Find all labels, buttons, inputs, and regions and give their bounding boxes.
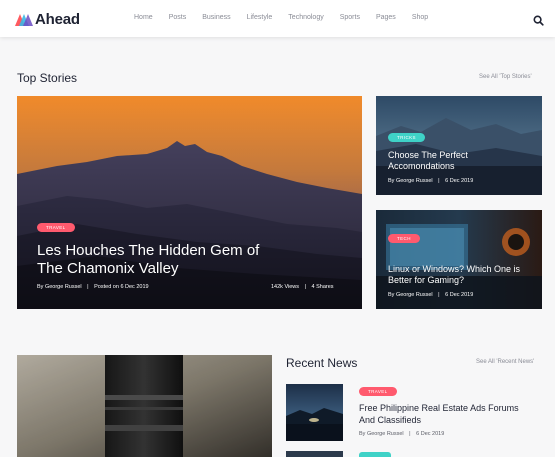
nav-item-shop[interactable]: Shop bbox=[412, 14, 428, 21]
nav-item-home[interactable]: Home bbox=[134, 14, 153, 21]
author-name[interactable]: By George Russel bbox=[37, 284, 82, 290]
stats-separator: | bbox=[304, 284, 306, 290]
featured-story-stats: 142k Views | 4 Shares bbox=[271, 284, 334, 290]
post-date: Posted on 6 Dec 2019 bbox=[94, 284, 149, 290]
author-name[interactable]: By George Russel bbox=[388, 292, 433, 298]
news-title-line-1: Free Philippine Real Estate Ads Forums bbox=[359, 403, 519, 413]
meta-separator: | bbox=[438, 178, 440, 184]
side-story-card-2[interactable]: TECH Linux or Windows? Which One is Bett… bbox=[376, 210, 542, 309]
nav-item-pages[interactable]: Pages bbox=[376, 14, 396, 21]
recent-news-heading: Recent News bbox=[286, 356, 358, 370]
camera-lens-image bbox=[17, 355, 272, 457]
post-date: 6 Dec 2019 bbox=[445, 178, 474, 184]
post-date: 6 Dec 2019 bbox=[445, 292, 474, 298]
nav-item-posts[interactable]: Posts bbox=[169, 14, 187, 21]
night-lake-image bbox=[286, 384, 343, 441]
side-story-card-1[interactable]: TRICKS Choose The Perfect Accomondations… bbox=[376, 96, 542, 195]
news-item-title[interactable]: Free Philippine Real Estate Ads Forums A… bbox=[359, 403, 549, 426]
side-story-title-2[interactable]: Linux or Windows? Which One is Better fo… bbox=[388, 264, 542, 286]
category-badge[interactable]: TECH bbox=[388, 234, 420, 243]
featured-story-card[interactable]: TRAVEL Les Houches The Hidden Gem of The… bbox=[17, 96, 362, 309]
site-header: Ahead Home Posts Business Lifestyle Tech… bbox=[0, 0, 555, 37]
shares-count: 4 Shares bbox=[311, 284, 334, 290]
site-logo[interactable]: Ahead bbox=[15, 11, 80, 28]
meta-separator: | bbox=[438, 292, 440, 298]
views-count: 142k Views bbox=[271, 284, 300, 290]
side1-title-line-1: Choose The Perfect bbox=[388, 150, 468, 160]
post-date: 6 Dec 2019 bbox=[416, 431, 445, 437]
meta-separator: | bbox=[409, 431, 411, 437]
featured-story-title[interactable]: Les Houches The Hidden Gem of The Chamon… bbox=[37, 242, 337, 279]
author-name[interactable]: By George Russel bbox=[359, 431, 404, 437]
side2-title-line-1: Linux or Windows? Which One is bbox=[388, 264, 521, 274]
ahead-logo-icon bbox=[15, 13, 33, 26]
nav-item-sports[interactable]: Sports bbox=[340, 14, 360, 21]
news-title-line-2: And Classifieds bbox=[359, 414, 422, 425]
news-item-meta: By George Russel | 6 Dec 2019 bbox=[359, 431, 444, 437]
featured-title-line-1: Les Houches The Hidden Gem of bbox=[37, 242, 260, 259]
author-name[interactable]: By George Russel bbox=[388, 178, 433, 184]
category-badge[interactable]: TRICKS bbox=[388, 133, 425, 142]
nav-item-business[interactable]: Business bbox=[202, 14, 230, 21]
search-icon bbox=[533, 15, 544, 26]
featured-title-line-2: The Chamonix Valley bbox=[37, 260, 179, 278]
top-stories-heading: Top Stories bbox=[17, 71, 78, 85]
logo-text: Ahead bbox=[35, 11, 80, 28]
featured-story-meta: By George Russel | Posted on 6 Dec 2019 bbox=[37, 284, 149, 290]
news-item-thumbnail[interactable] bbox=[286, 384, 343, 441]
side-story-meta-1: By George Russel | 6 Dec 2019 bbox=[388, 178, 473, 184]
see-all-recent-news-link[interactable]: See All 'Recent News' bbox=[476, 359, 534, 365]
side-story-title-1[interactable]: Choose The Perfect Accomondations bbox=[388, 150, 538, 172]
nav-item-lifestyle[interactable]: Lifestyle bbox=[247, 14, 273, 21]
nav-item-technology[interactable]: Technology bbox=[288, 14, 323, 21]
search-button[interactable] bbox=[533, 13, 544, 26]
see-all-top-stories-link[interactable]: See All 'Top Stories' bbox=[479, 74, 532, 80]
news-item-thumbnail-partial[interactable] bbox=[286, 451, 343, 457]
side1-title-line-2: Accomondations bbox=[388, 160, 455, 171]
category-badge-partial[interactable] bbox=[359, 452, 391, 457]
main-nav: Home Posts Business Lifestyle Technology… bbox=[134, 14, 444, 21]
side-story-meta-2: By George Russel | 6 Dec 2019 bbox=[388, 292, 473, 298]
category-badge[interactable]: TRAVEL bbox=[37, 223, 75, 232]
category-badge[interactable]: TRAVEL bbox=[359, 387, 397, 396]
meta-separator: | bbox=[87, 284, 89, 290]
large-story-card[interactable] bbox=[17, 355, 272, 457]
side2-title-line-2: Better for Gaming? bbox=[388, 274, 465, 285]
